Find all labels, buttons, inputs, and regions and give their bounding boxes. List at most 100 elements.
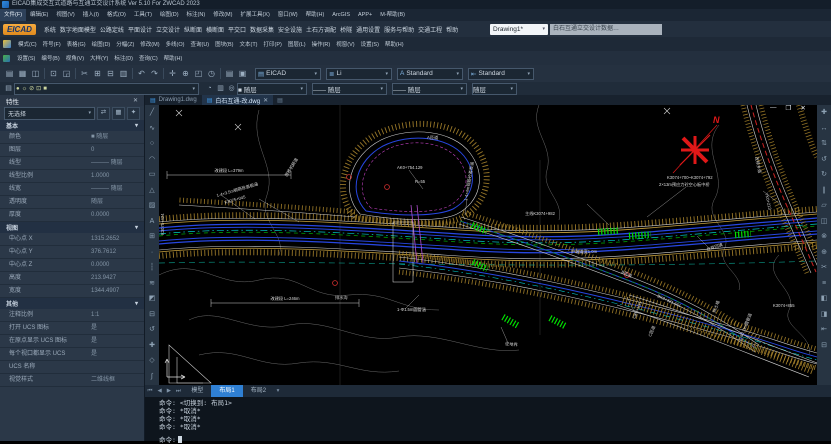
new-icon[interactable]: ▤: [3, 66, 16, 81]
property-value[interactable]: 376.7612: [89, 246, 144, 258]
layer-isolate-icon[interactable]: ◎: [226, 83, 237, 95]
property-value[interactable]: 是: [89, 348, 144, 360]
match-icon[interactable]: ▥: [117, 66, 130, 81]
modify-rotate-icon[interactable]: ↺: [821, 152, 827, 168]
section-header-2[interactable]: 其他▾: [0, 298, 144, 309]
menu-item-0[interactable]: 文件(F): [0, 9, 26, 21]
bulb-icon[interactable]: ●: [16, 86, 20, 92]
zoom-window-icon[interactable]: ◰: [192, 66, 205, 81]
row3-item-0[interactable]: 模式(C): [15, 40, 40, 48]
row3-item-12[interactable]: 操作(R): [309, 40, 334, 48]
drawing-canvas[interactable]: 改建段 L=379m1-4×3.5m钢筋砼盖板涵K3075+045K3075+4…: [159, 105, 817, 385]
modify-stretch-icon[interactable]: ⇅: [821, 136, 827, 152]
modify-trim-icon[interactable]: ⊗: [821, 229, 827, 245]
draw-text-icon[interactable]: A: [150, 214, 155, 230]
menu-item-8[interactable]: 修改(M): [209, 9, 236, 21]
zoom-previous-icon[interactable]: ◷: [205, 66, 218, 81]
layer-combo[interactable]: ▤EICAD▾: [255, 68, 321, 80]
eicad-item-10[interactable]: 土石方调配: [304, 25, 338, 34]
eicad-item-1[interactable]: 数字地面模型: [58, 25, 98, 34]
section-header-0[interactable]: 基本▾: [0, 120, 144, 131]
eicad-item-2[interactable]: 公路定线: [98, 25, 126, 34]
menu-item-1[interactable]: 编辑(E): [26, 9, 52, 21]
layer-previous-icon[interactable]: ◔: [204, 83, 215, 95]
textstyle-combo[interactable]: AStandard▾: [397, 68, 463, 80]
layout-tab-模型[interactable]: 模型: [183, 385, 211, 397]
layout-nav-3[interactable]: ⏭: [173, 388, 183, 395]
command-window[interactable]: 命令: <切换到: 布局1>命令: *取消*命令: *取消*命令: *取消* 命…: [145, 397, 831, 441]
row3-item-11[interactable]: 图层(L): [285, 40, 309, 48]
eicad-item-14[interactable]: 交通工程: [416, 25, 444, 34]
modify-erase-icon[interactable]: ✚: [821, 105, 827, 121]
property-value[interactable]: ——— 随层: [89, 183, 144, 195]
close-icon[interactable]: ✕: [800, 104, 805, 112]
eicad-item-0[interactable]: 系统: [42, 25, 58, 34]
modify-scale-icon[interactable]: ◫: [821, 214, 828, 230]
eicad-item-15[interactable]: 帮助: [444, 25, 460, 34]
row4-item-0[interactable]: 设置(S): [14, 54, 38, 62]
property-value[interactable]: 二维线框: [89, 374, 144, 386]
properties-icon[interactable]: ▣: [236, 66, 249, 81]
menu-item-10[interactable]: 窗口(W): [274, 9, 302, 21]
property-value[interactable]: ■ 随层: [89, 131, 144, 143]
row3-item-1[interactable]: 符号(F): [40, 40, 64, 48]
draw-hatch-icon[interactable]: ▨: [149, 198, 156, 214]
lineweight-combo[interactable]: —— 随层▾: [392, 83, 467, 95]
row4-item-5[interactable]: 查询(C): [136, 54, 161, 62]
close-icon[interactable]: ✕: [133, 97, 138, 104]
row4-item-2[interactable]: 视角(V): [63, 54, 87, 62]
modify-move-icon[interactable]: ↔: [821, 121, 828, 137]
draw-xline-icon[interactable]: ┆: [150, 260, 154, 276]
property-value[interactable]: 1:1: [89, 309, 144, 321]
draw-arc-icon[interactable]: ◠: [149, 152, 155, 168]
menu-item-5[interactable]: 工具(T): [130, 9, 156, 21]
property-value[interactable]: 1344.4907: [89, 285, 144, 297]
select-objects-icon[interactable]: ▦: [112, 107, 125, 120]
draw-line-icon[interactable]: ╱: [150, 105, 154, 121]
dimstyle-combo[interactable]: ⇤Standard▾: [468, 68, 534, 80]
menu-item-4[interactable]: 格式(O): [103, 9, 130, 21]
property-value[interactable]: 是: [89, 335, 144, 347]
row3-item-15[interactable]: 帮助(H): [382, 40, 407, 48]
eicad-item-8[interactable]: 数据采集: [248, 25, 276, 34]
modify-array-icon[interactable]: ▱: [821, 198, 826, 214]
menu-item-13[interactable]: APP+: [354, 9, 376, 21]
property-value[interactable]: 是: [89, 322, 144, 334]
menu-item-3[interactable]: 插入(I): [79, 9, 103, 21]
draw-point-icon[interactable]: ·: [151, 245, 153, 261]
color-combo[interactable]: ■ 随层▾: [237, 83, 307, 95]
menu-item-2[interactable]: 视图(V): [52, 9, 78, 21]
row4-item-6[interactable]: 帮助(H): [161, 54, 186, 62]
quick-select-icon[interactable]: ✦: [127, 107, 140, 120]
drawing-selector[interactable]: Drawing1* ▾: [490, 24, 548, 35]
draw-spline-icon[interactable]: ∫: [151, 369, 153, 385]
color-swatch-icon[interactable]: ■: [43, 86, 47, 92]
eicad-item-6[interactable]: 横断面: [204, 25, 226, 34]
lock-icon[interactable]: ⊘: [29, 85, 34, 92]
new-drawing-icon[interactable]: ▤: [273, 95, 287, 105]
draw-polyline-icon[interactable]: ∿: [149, 121, 155, 137]
row3-item-9[interactable]: 文本(T): [236, 40, 260, 48]
menu-item-9[interactable]: 扩展工具(X): [236, 9, 273, 21]
row3-item-6[interactable]: 多线(O): [163, 40, 188, 48]
eicad-item-11[interactable]: 桥隧: [338, 25, 354, 34]
row4-item-4[interactable]: 标注(D): [111, 54, 136, 62]
property-value[interactable]: 随层: [89, 196, 144, 208]
cad-drawing[interactable]: 改建段 L=379m1-4×3.5m钢筋砼盖板涵K3075+045K3075+4…: [159, 105, 817, 385]
eicad-item-12[interactable]: 通用设置: [354, 25, 382, 34]
menu-item-14[interactable]: M-帮助(B): [376, 9, 409, 21]
eicad-item-7[interactable]: 平交口: [226, 25, 248, 34]
menu-item-12[interactable]: ArcGIS: [328, 9, 354, 21]
draw-region-icon[interactable]: ◩: [149, 291, 156, 307]
open-icon[interactable]: ▦: [16, 66, 29, 81]
modify-offset-icon[interactable]: ∥: [822, 183, 826, 199]
menu-item-11[interactable]: 帮助(H): [302, 9, 329, 21]
undo-icon[interactable]: ↶: [135, 66, 148, 81]
row3-item-14[interactable]: 设置(S): [358, 40, 382, 48]
draw-polygon-icon[interactable]: △: [149, 183, 154, 199]
restore-icon[interactable]: ❐: [786, 104, 792, 112]
modify-fillet-icon[interactable]: ◨: [821, 307, 828, 323]
plotstyle-combo[interactable]: 随层▾: [472, 83, 517, 95]
draw-table-icon[interactable]: ⊟: [149, 307, 155, 323]
zoom-realtime-icon[interactable]: ⊕: [179, 66, 192, 81]
